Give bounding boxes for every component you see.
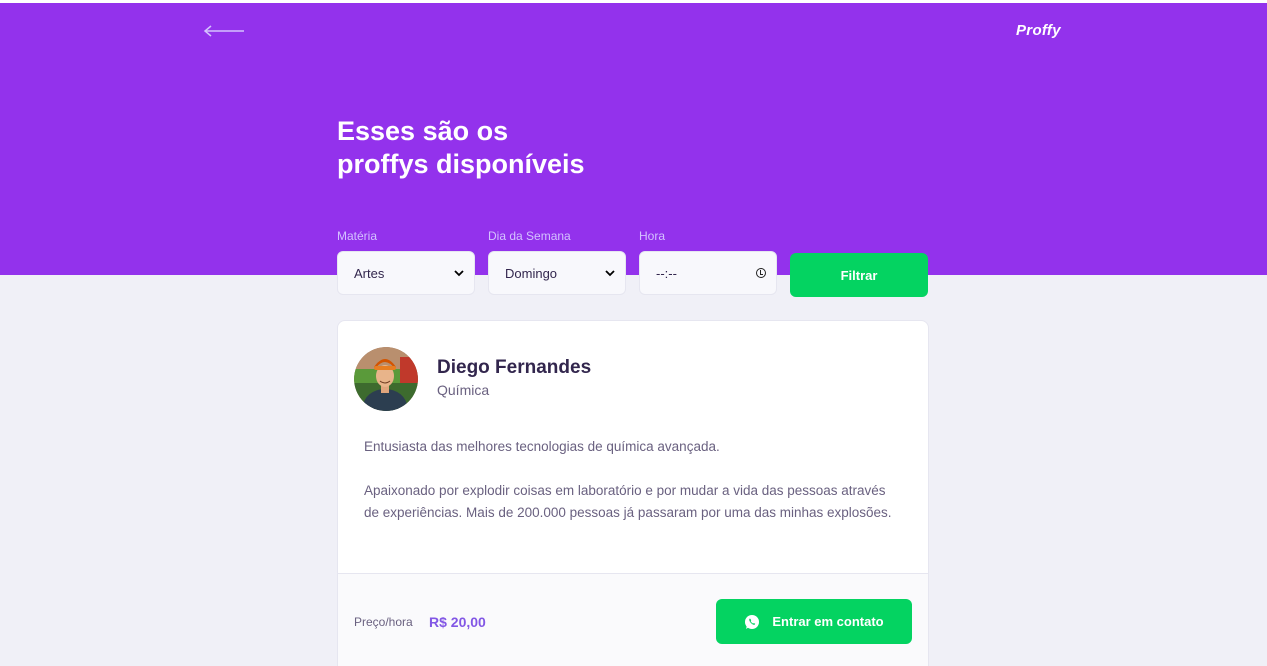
time-input[interactable]: --:-- [639, 251, 777, 295]
weekday-label: Dia da Semana [488, 229, 571, 243]
chevron-down-icon [605, 269, 615, 276]
page-header: Proffy Esses são os proffys disponíveis [0, 0, 1267, 275]
back-arrow-icon[interactable] [203, 23, 245, 39]
page-title: Esses são os proffys disponíveis [337, 115, 737, 181]
teacher-name: Diego Fernandes [437, 357, 592, 378]
subject-select[interactable]: Artes [337, 251, 475, 295]
teacher-card: Diego Fernandes Química Entusiasta das m… [337, 320, 929, 666]
contact-button-label: Entrar em contato [772, 614, 884, 629]
bio-paragraph: Apaixonado por explodir coisas em labora… [364, 483, 892, 520]
subject-label: Matéria [337, 229, 378, 243]
bio-paragraph: Entusiasta das melhores tecnologias de q… [364, 439, 720, 454]
avatar [354, 347, 418, 411]
card-footer: Preço/hora R$ 20,00 Entrar em contato [338, 573, 928, 666]
subject-select-value: Artes [354, 265, 385, 281]
logo: Proffy [1016, 22, 1061, 39]
time-input-value: --:-- [656, 265, 677, 281]
page-title-line1: Esses são os [337, 116, 509, 146]
clock-icon[interactable] [756, 268, 766, 278]
chevron-down-icon [454, 269, 464, 276]
page-title-line2: proffys disponíveis [337, 149, 585, 179]
teacher-bio: Entusiasta das melhores tecnologias de q… [364, 436, 904, 546]
teacher-subject: Química [437, 382, 490, 398]
weekday-select[interactable]: Domingo [488, 251, 626, 295]
filter-button[interactable]: Filtrar [790, 253, 928, 297]
price-label: Preço/hora [354, 615, 413, 629]
price-value: R$ 20,00 [429, 614, 486, 630]
time-label: Hora [639, 229, 666, 243]
weekday-select-value: Domingo [505, 265, 558, 281]
contact-button[interactable]: Entrar em contato [716, 599, 912, 644]
whatsapp-icon [745, 614, 760, 629]
